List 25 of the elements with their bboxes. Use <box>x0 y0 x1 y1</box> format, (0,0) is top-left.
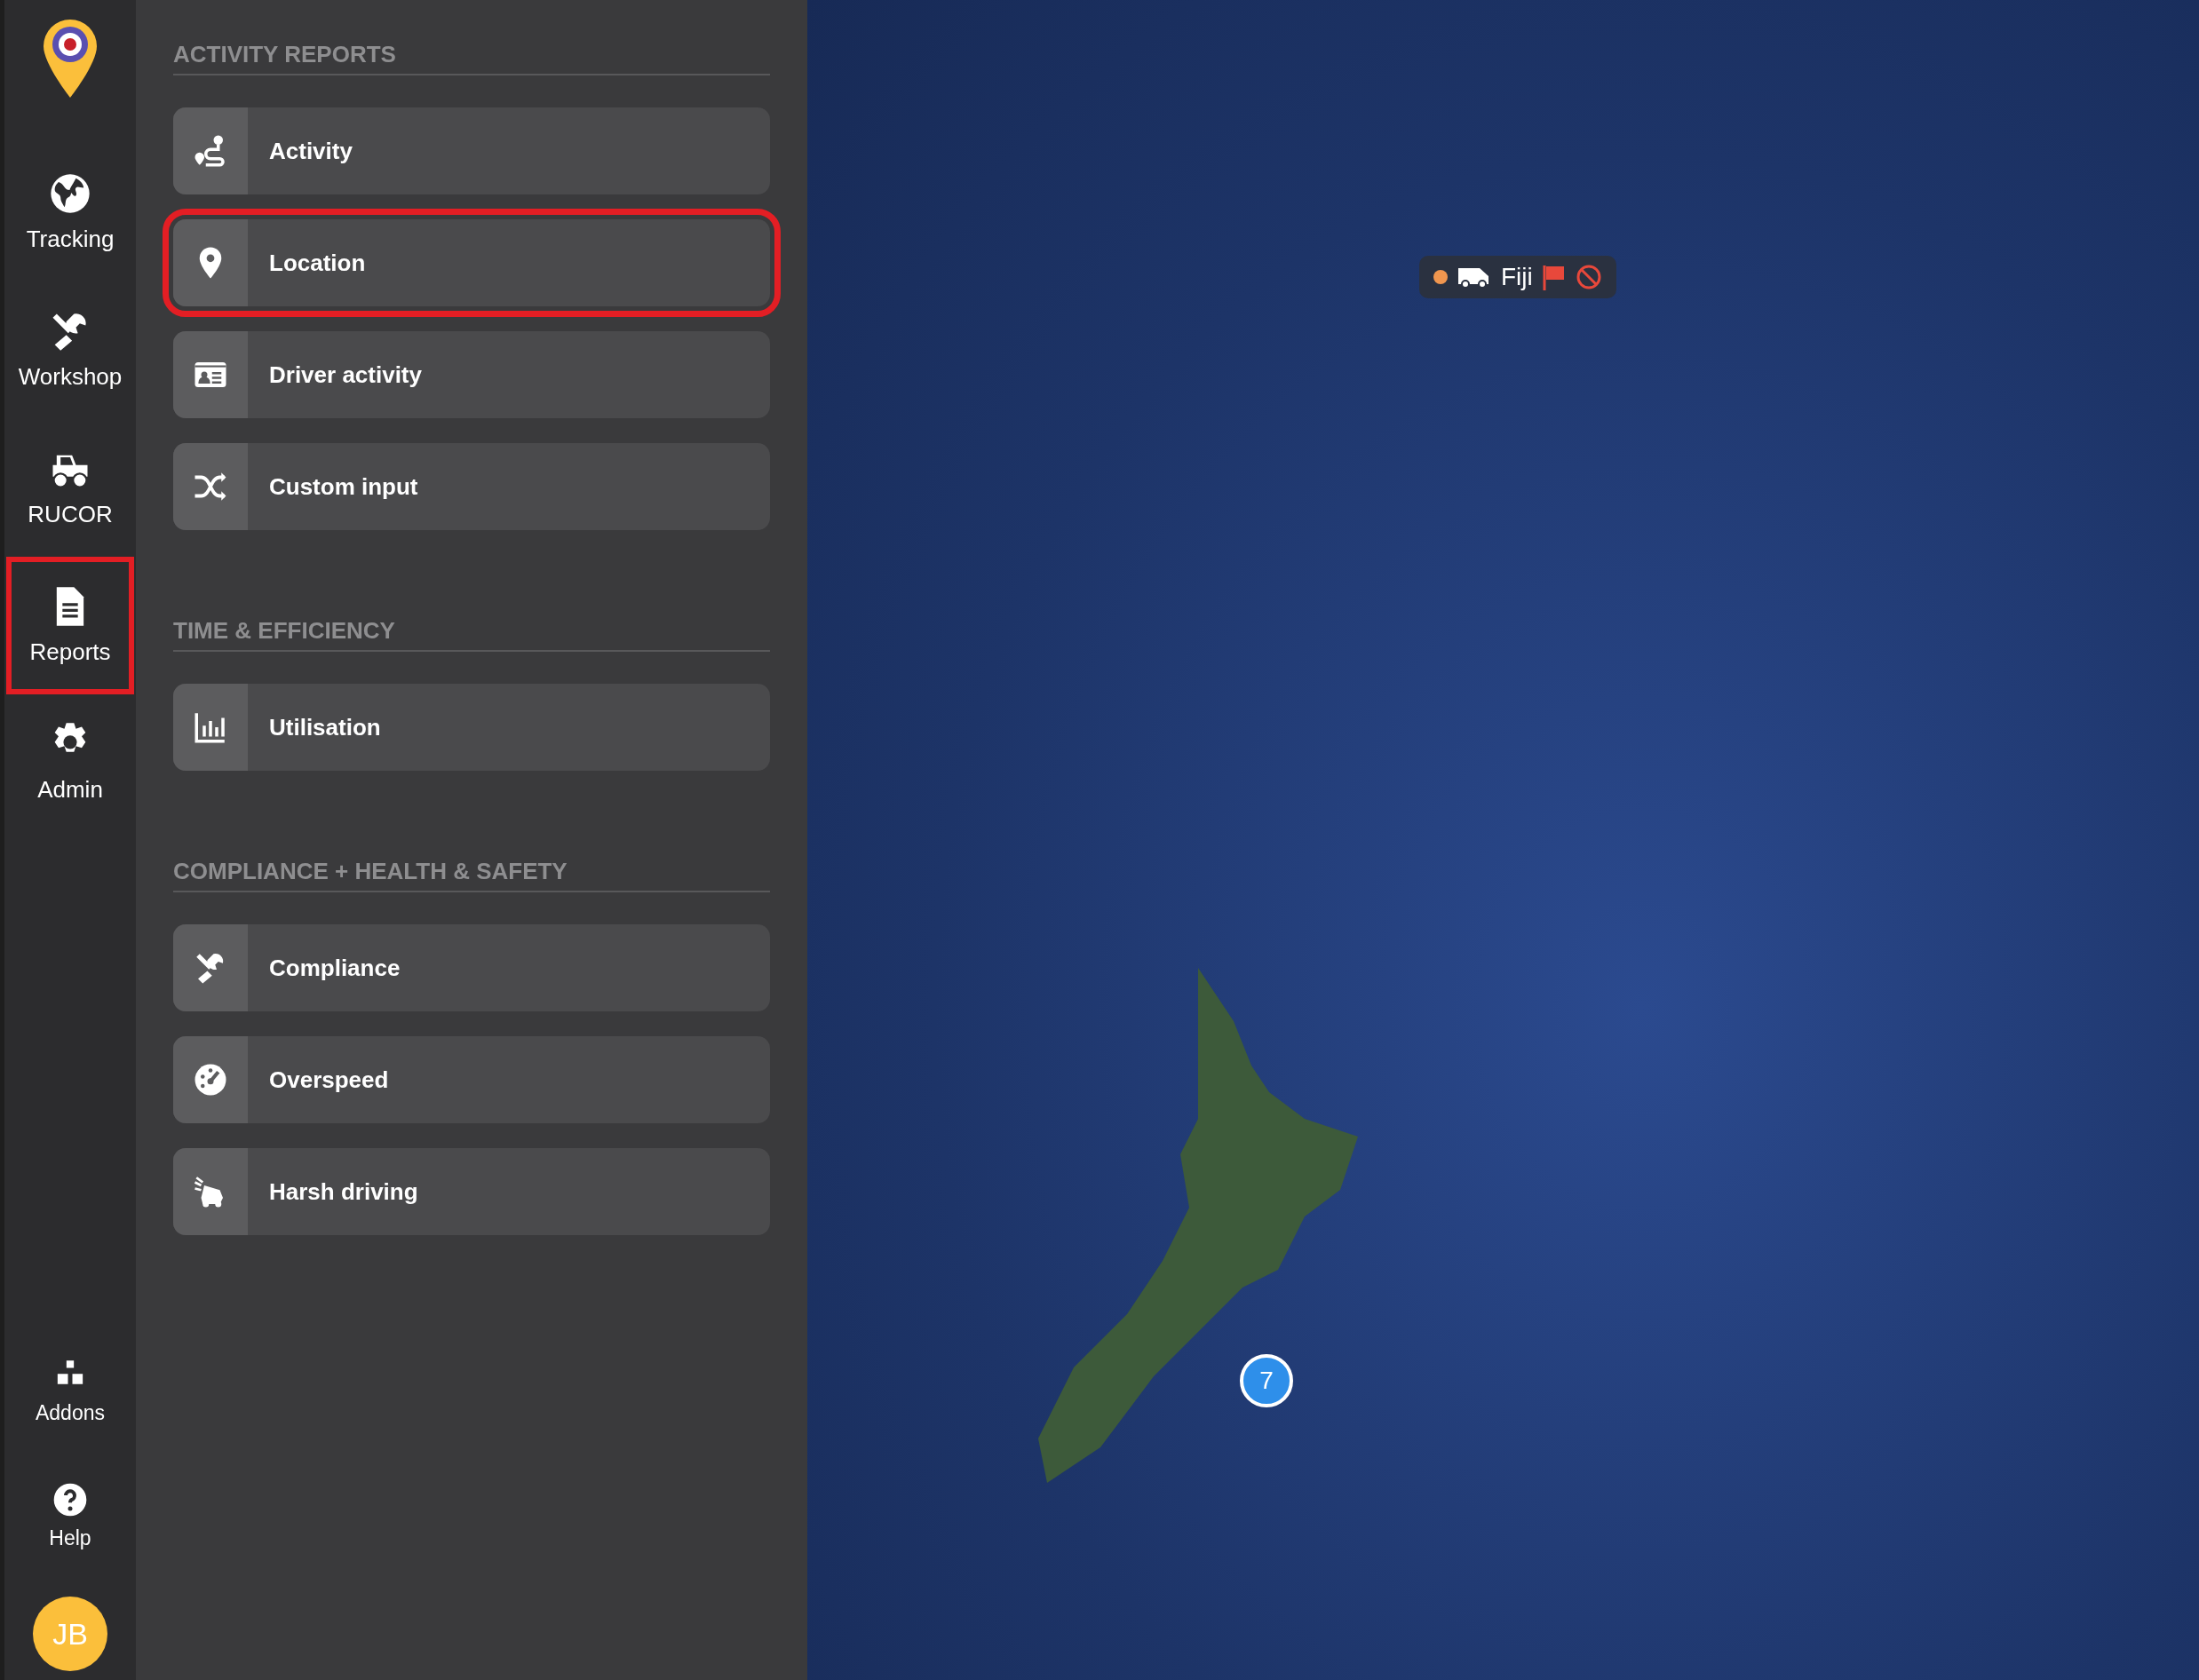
nav-item[interactable]: Workshop <box>6 281 134 419</box>
vehicle-label[interactable]: Fiji <box>1419 256 1616 298</box>
nav-item[interactable]: Addons <box>6 1339 134 1443</box>
vehicle-name: Fiji <box>1501 263 1533 291</box>
logo-pin-icon <box>42 18 99 99</box>
prohibited-icon <box>1575 264 1602 290</box>
flag-icon <box>1541 264 1567 290</box>
section-heading: TIME & EFFICIENCY <box>173 617 770 652</box>
report-button[interactable]: Utilisation <box>173 684 770 771</box>
help-icon <box>52 1482 88 1518</box>
section-heading: COMPLIANCE + HEALTH & SAFETY <box>173 858 770 892</box>
report-button[interactable]: Harsh driving <box>173 1148 770 1235</box>
nav-item[interactable]: Tracking <box>6 144 134 281</box>
nav-item[interactable]: RUCOR <box>6 419 134 557</box>
nav-item[interactable]: Help <box>6 1464 134 1568</box>
section-heading: ACTIVITY REPORTS <box>173 41 770 75</box>
report-button[interactable]: Overspeed <box>173 1036 770 1123</box>
report-button[interactable]: Compliance <box>173 924 770 1011</box>
report-button[interactable]: Activity <box>173 107 770 194</box>
nav-item[interactable]: Admin <box>6 694 134 832</box>
report-button[interactable]: Driver activity <box>173 331 770 418</box>
satellite-map[interactable]: Fiji 7 <box>807 0 2199 1680</box>
status-dot <box>1433 270 1448 284</box>
nav-item[interactable]: Reports <box>6 557 134 694</box>
report-button[interactable]: Custom input <box>173 443 770 530</box>
